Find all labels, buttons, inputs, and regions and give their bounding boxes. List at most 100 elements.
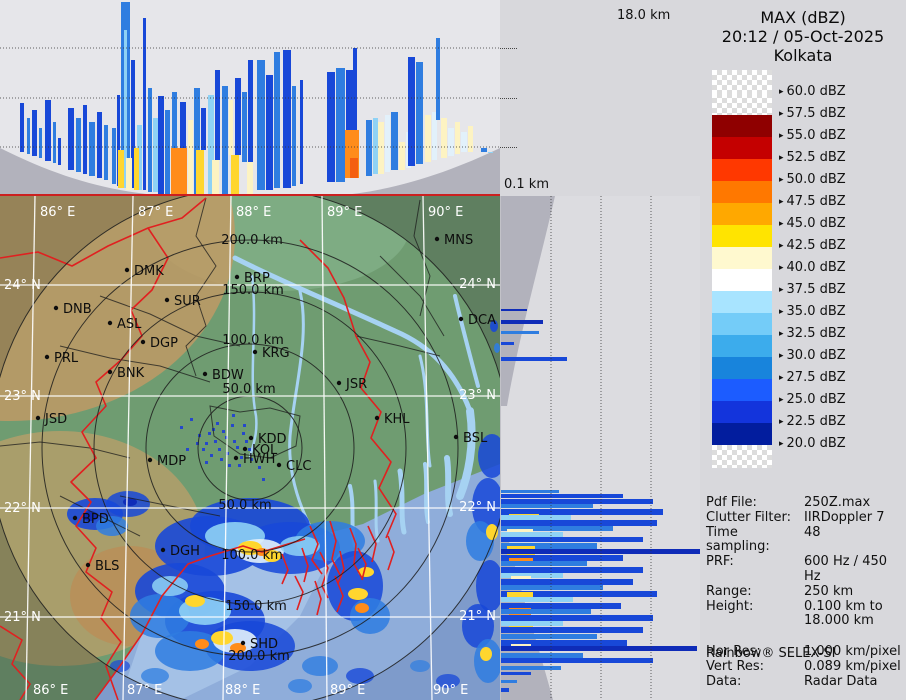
echo-bar [501,309,527,311]
city-dot [434,236,440,242]
echo-bar [501,646,697,651]
color-scale-band [712,203,772,225]
legend-arrow-icon: ▸ [779,131,784,141]
city-label: HWH [243,452,275,467]
legend-arrow-icon: ▸ [779,153,784,163]
clutter-speckle [208,432,211,435]
city-dot [233,455,239,461]
legend-threshold-label: ▸ 60.0 dBZ [779,84,846,99]
echo-bar [266,75,273,190]
echo-bar [201,108,206,150]
clutter-speckle [202,448,205,451]
latitude-label-left: 21° N [4,610,41,625]
echo-blob [288,679,312,693]
city-label: BNK [117,366,145,381]
echo-bar [481,148,487,152]
clutter-speckle [236,446,239,449]
echo-bar [501,573,563,578]
clutter-speckle [218,448,221,451]
echo-bar [425,115,431,162]
latitude-label-right: 23° N [459,388,496,403]
legend-threshold-label: ▸ 47.5 dBZ [779,194,846,209]
city-label: CLC [286,459,311,474]
range-ring-label: 150.0 km [225,599,287,614]
echo-bar [32,110,37,156]
city-label: DGP [150,336,178,351]
top-profile-plot [0,2,500,196]
city-label: BSL [463,431,488,446]
software-brand: Rainbow® SELEX-SI [706,646,836,661]
longitude-label-top: 87° E [138,205,173,220]
echo-bar [172,92,177,148]
echo-bar [350,158,358,178]
echo-bar [153,118,158,192]
legend-arrow-icon: ▸ [779,241,784,251]
legend-threshold-label: ▸ 25.0 dBZ [779,392,846,407]
echo-bar [27,118,30,154]
echo-blob [480,647,492,661]
station-name: Kolkata [773,46,833,65]
clutter-speckle [222,430,225,433]
echo-bar [366,120,372,176]
echo-bar [158,96,164,194]
city-dot [35,415,41,421]
legend-threshold-label: ▸ 57.5 dBZ [779,106,846,121]
city-label: MDP [157,454,186,469]
metadata-label: Range: [706,583,752,599]
echo-bar [242,92,247,162]
metadata-value: Radar Data [804,673,878,689]
echo-bar [501,331,539,334]
echo-bar [97,112,102,178]
echo-bar [488,152,493,153]
legend-title-block: MAX (dBZ) 20:12 / 05-Oct-2025 Kolkata [700,8,906,65]
echo-bar [501,672,531,675]
echo-bar [455,122,460,154]
metadata-label: Clutter Filter: [706,509,791,525]
metadata-label: Time sampling: [706,524,770,555]
legend-arrow-icon: ▸ [779,285,784,295]
echo-bar [274,52,280,188]
city-dot [72,515,78,521]
echo-bar [501,688,509,692]
echo-bar [501,520,657,526]
echo-bar [391,112,398,170]
legend-threshold-label: ▸ 42.5 dBZ [779,238,846,253]
clutter-speckle [248,448,251,451]
city-label: JSD [44,412,67,427]
beam-blind-zone-mask-north [501,196,555,406]
metadata-label: Pdf File: [706,495,757,510]
height-axis-min-label: 0.1 km [504,177,549,192]
city-dot [147,457,153,463]
color-scale-band [712,335,772,357]
echo-bar [501,627,643,633]
color-scale-bar [712,70,772,468]
color-scale-band [712,423,772,445]
longitude-label-bottom: 90° E [433,683,468,698]
clutter-speckle [186,448,189,451]
metadata-row: Pdf File: 250Z.max [706,495,904,511]
clutter-speckle [205,442,208,445]
color-scale-band [712,445,772,468]
latitude-label-right: 22° N [459,500,496,515]
echo-bar [501,342,514,345]
range-ring-label: 50.0 km [222,382,275,397]
city-dot [453,434,459,440]
clutter-speckle [220,458,223,461]
city-dot [124,267,130,273]
latitude-label-left: 24° N [4,278,41,293]
city-label: BPD [82,512,109,527]
clutter-speckle [233,440,236,443]
metadata-label: Data: [706,673,742,689]
color-scale-band [712,401,772,423]
legend-threshold-label: ▸ 32.5 dBZ [779,326,846,341]
city-dot [276,462,282,468]
legend-arrow-icon: ▸ [779,307,784,317]
legend-panel: MAX (dBZ) 20:12 / 05-Oct-2025 Kolkata Pd… [700,0,906,700]
echo-bar [143,18,146,190]
echo-bar [53,122,56,163]
echo-bar [188,120,193,194]
echo-bar [235,78,241,155]
clutter-speckle [214,440,217,443]
echo-bar [346,70,354,130]
echo-bar [436,38,440,120]
